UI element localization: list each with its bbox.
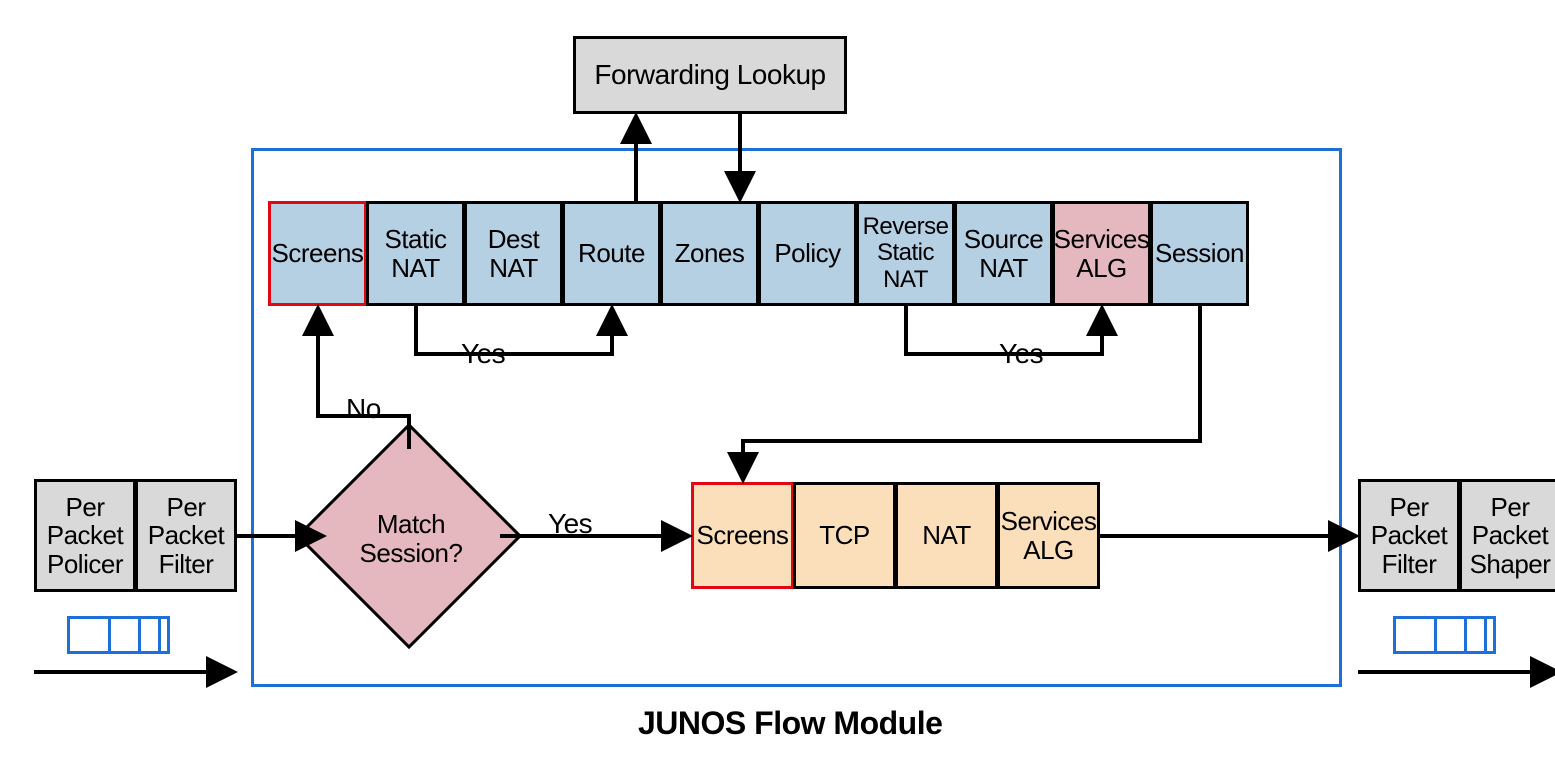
arrow-layer — [20, 20, 1555, 761]
